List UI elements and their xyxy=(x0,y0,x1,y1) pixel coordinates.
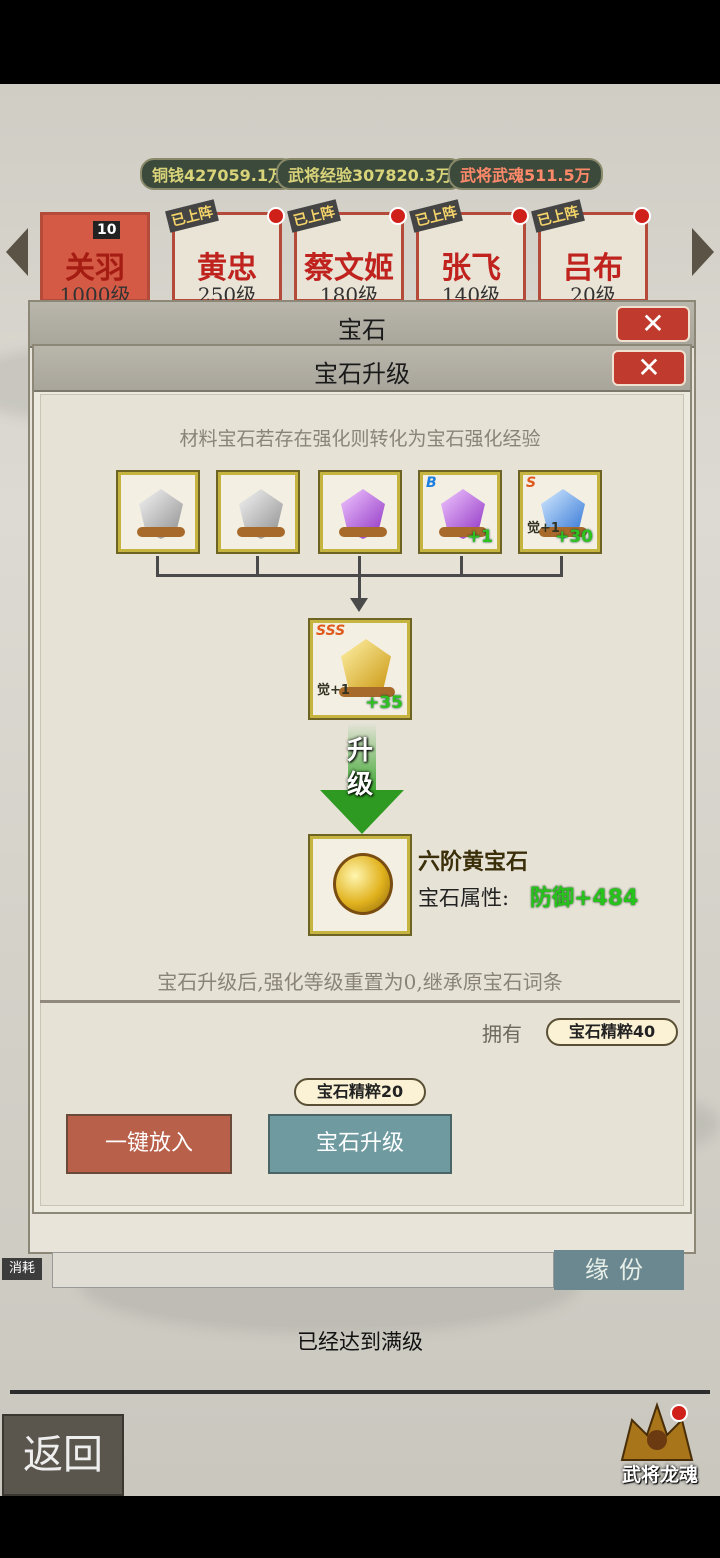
close-gem-upgrade-button[interactable]: ✕ xyxy=(612,350,686,386)
scroll-right-arrow-icon[interactable] xyxy=(692,228,714,276)
material-hint: 材料宝石若存在强化则转化为宝石强化经验 xyxy=(179,428,541,450)
dragon-soul-label: 武将龙魂 xyxy=(621,1464,698,1486)
material-gem-slot-4[interactable]: B +1 xyxy=(418,470,502,554)
gem-enhance-level: +1 xyxy=(466,527,493,547)
gem-awaken: 觉+1 xyxy=(317,683,350,698)
hero-card-lvbu[interactable]: 已上阵 吕布 20级 xyxy=(531,199,651,307)
gem-grade: SSS xyxy=(316,623,346,639)
down-arrow-icon xyxy=(350,598,368,612)
cost-essence-pill: 宝石精粹20 xyxy=(294,1078,426,1106)
gem-base xyxy=(339,527,387,537)
gem-enhance-level: +35 xyxy=(365,693,403,713)
connector-line xyxy=(256,556,259,576)
gem-enhance-level: +30 xyxy=(555,527,593,547)
upgrade-arrow-text-1: 升 xyxy=(346,736,373,766)
gem-upgrade-titlebar: 宝石升级 ✕ xyxy=(34,346,690,392)
gem-upgrade-button[interactable]: 宝石升级 xyxy=(268,1114,452,1174)
close-gem-dialog-button[interactable]: ✕ xyxy=(616,306,690,342)
gem-base xyxy=(137,527,185,537)
general-soul-counter: 武将武魂511.5万 xyxy=(448,158,603,190)
material-gem-slot-2[interactable] xyxy=(216,470,300,554)
close-icon: ✕ xyxy=(637,351,661,384)
connector-line xyxy=(560,556,563,576)
upgrade-arrow-text-2: 级 xyxy=(346,770,373,800)
connector-line xyxy=(460,556,463,576)
autofill-button[interactable]: 一键放入 xyxy=(66,1114,232,1174)
owned-essence-pill: 宝石精粹40 xyxy=(546,1018,678,1046)
max-level-text: 已经达到满级 xyxy=(297,1330,423,1354)
consume-tag: 消耗 xyxy=(2,1258,42,1280)
result-gem-name: 六阶黄宝石 xyxy=(418,849,529,875)
yuanfen-button[interactable]: 缘份 xyxy=(554,1250,684,1290)
hero-card-guanyu[interactable]: 10 关羽 1000级 xyxy=(40,212,150,307)
connector-line xyxy=(358,556,361,602)
material-gem-slot-1[interactable] xyxy=(116,470,200,554)
coins-counter: 铜钱427059.1万 xyxy=(140,158,297,190)
hero-card-caiwenji[interactable]: 已上阵 蔡文姬 180级 xyxy=(287,199,407,307)
hero-card-zhangfei[interactable]: 已上阵 张飞 140级 xyxy=(409,199,529,307)
result-gem-slot[interactable] xyxy=(308,834,412,936)
gem-dialog-titlebar: 宝石 ✕ xyxy=(30,302,694,348)
divider xyxy=(40,1000,680,1003)
notification-dot-icon xyxy=(267,207,285,225)
gem-attribute-label: 宝石属性: xyxy=(418,886,510,910)
back-button[interactable]: 返回 xyxy=(2,1414,124,1496)
notification-dot-icon xyxy=(633,207,651,225)
material-gem-slot-5[interactable]: S 觉+1 +30 xyxy=(518,470,602,554)
close-icon: ✕ xyxy=(641,307,665,340)
gem-grade: S xyxy=(526,475,537,491)
notification-dot-icon xyxy=(389,207,407,225)
gold-gem-orb-icon xyxy=(333,853,393,915)
dragon-soul-icon[interactable] xyxy=(612,1400,702,1464)
gem-base xyxy=(237,527,285,537)
connector-line xyxy=(156,556,159,576)
hero-rank-badge: 10 xyxy=(93,221,121,239)
connector-line xyxy=(156,574,563,577)
hero-card-huangzhong[interactable]: 已上阵 黄忠 250级 xyxy=(165,199,285,307)
gem-attribute-value: 防御+484 xyxy=(530,886,639,911)
consume-bar xyxy=(52,1252,554,1288)
owned-label: 拥有 xyxy=(482,1022,522,1046)
gem-grade: B xyxy=(426,475,437,491)
general-exp-counter: 武将经验307820.3万 xyxy=(276,158,465,190)
upgrade-note: 宝石升级后,强化等级重置为0,继承原宝石词条 xyxy=(157,970,563,994)
material-gem-slot-3[interactable] xyxy=(318,470,402,554)
notification-dot-icon xyxy=(511,207,529,225)
notification-dot-icon xyxy=(670,1404,688,1422)
divider xyxy=(10,1390,710,1394)
gem-dialog-title: 宝石 xyxy=(338,316,386,344)
gem-upgrade-title: 宝石升级 xyxy=(314,360,410,388)
main-gem-slot[interactable]: SSS 觉+1 +35 xyxy=(308,618,412,720)
scroll-left-arrow-icon[interactable] xyxy=(6,228,28,276)
